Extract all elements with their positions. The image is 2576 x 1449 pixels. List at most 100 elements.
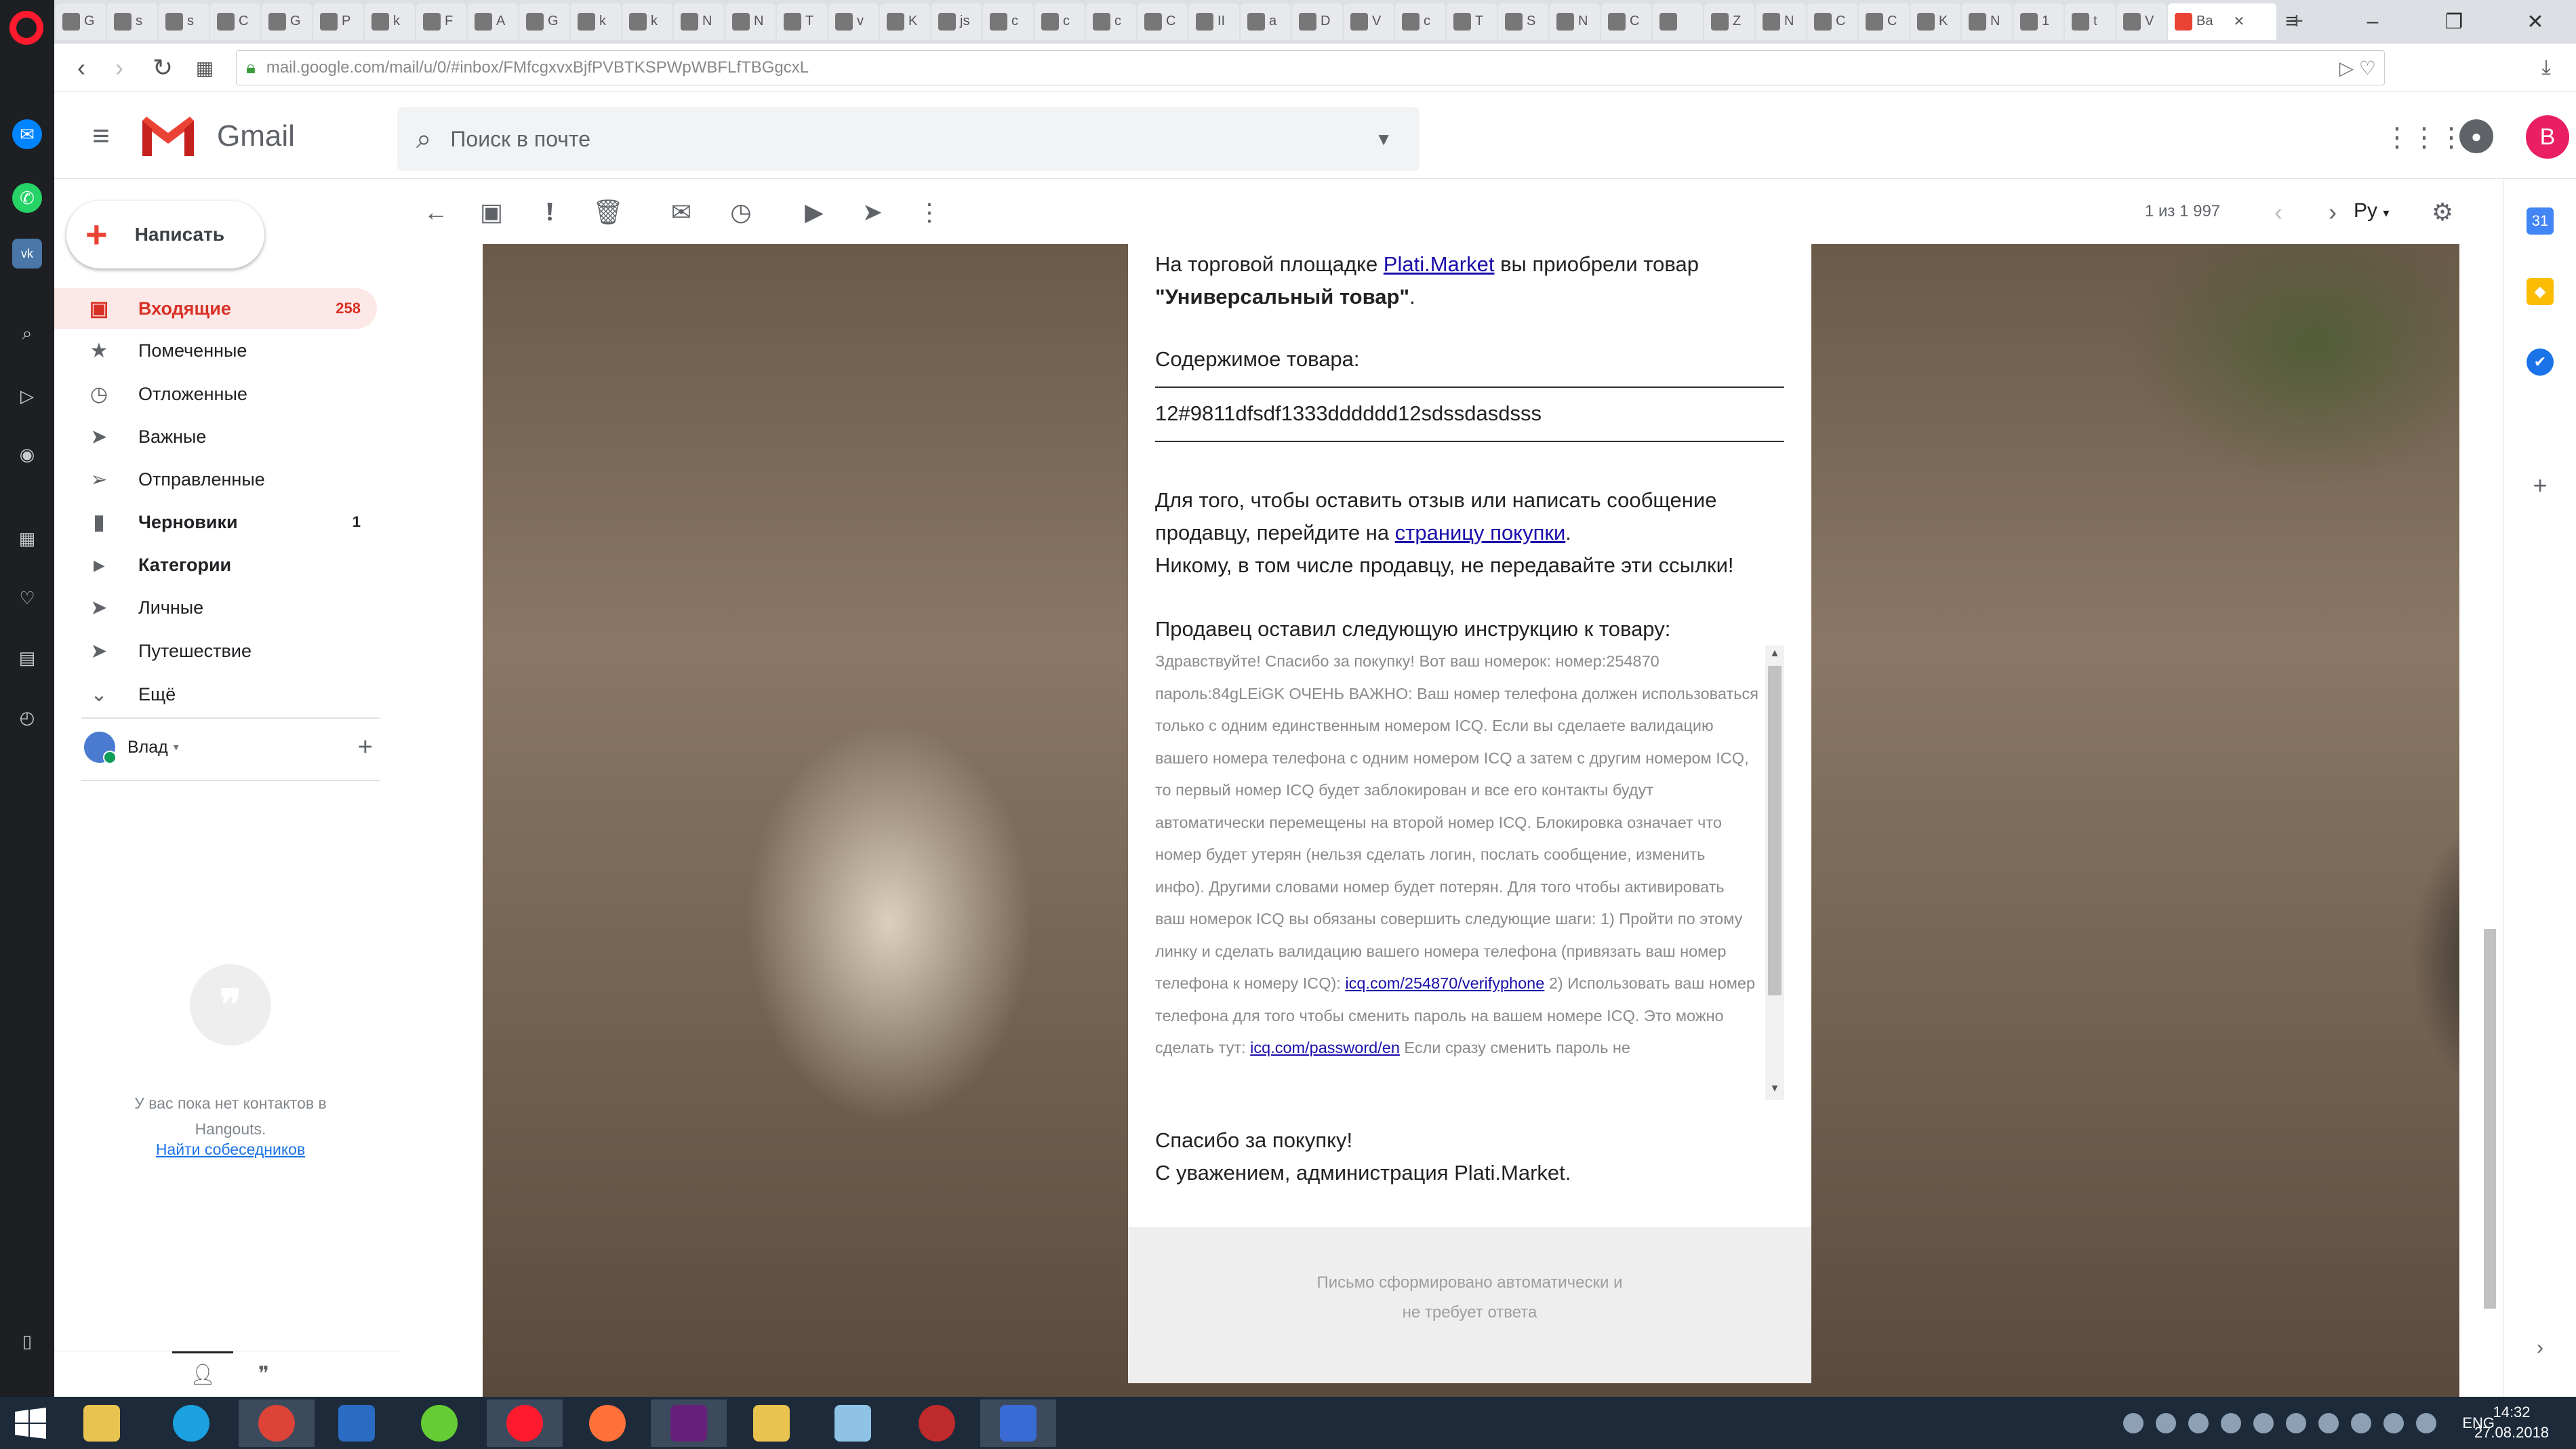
browser-tab[interactable]: k — [365, 3, 415, 40]
browser-tab[interactable]: c — [983, 3, 1033, 40]
visual-studio-icon[interactable] — [651, 1400, 727, 1447]
scroll-down-icon[interactable]: ▾ — [1765, 1081, 1784, 1100]
settings-gear-icon[interactable]: ⚙ — [2426, 195, 2459, 229]
reload-icon[interactable]: ↻ — [145, 50, 180, 85]
nav-item[interactable]: ➤ Путешествие — [54, 631, 377, 671]
flow-icon[interactable]: ▷ — [12, 381, 42, 411]
tray-app-icon[interactable] — [2221, 1412, 2242, 1433]
browser-tab[interactable]: t — [2065, 3, 2115, 40]
clock[interactable]: 14:32 27.08.2018 — [2461, 1402, 2562, 1443]
browser-tab[interactable]: v — [828, 3, 879, 40]
delete-icon[interactable]: 🗑︎ — [591, 195, 625, 229]
tray-app-icon[interactable] — [2188, 1412, 2209, 1433]
mark-unread-icon[interactable]: ✉ — [664, 195, 698, 229]
browser-tab[interactable]: C — [1807, 3, 1857, 40]
browser-tab[interactable]: P — [313, 3, 363, 40]
tray-app-icon[interactable] — [2253, 1412, 2274, 1433]
icq-icon[interactable] — [401, 1400, 477, 1447]
tray-app-icon[interactable] — [2123, 1412, 2144, 1433]
chat-tab-icon[interactable]: ❞ — [233, 1351, 294, 1396]
tab-menu-icon[interactable]: ≡ — [2251, 0, 2332, 43]
browser-tab[interactable]: D — [1292, 3, 1342, 40]
nav-item[interactable]: ▮ Черновики 1 — [54, 502, 377, 542]
find-contacts-link[interactable]: Найти собеседников — [102, 1140, 359, 1159]
nav-item[interactable]: ⌄ Ещё — [54, 674, 377, 715]
browser-tab[interactable]: N — [725, 3, 776, 40]
get-addons-icon[interactable]: + — [2527, 472, 2554, 499]
browser-tab[interactable]: c — [1395, 3, 1445, 40]
browser-tab[interactable]: S — [1498, 3, 1548, 40]
close-tab-icon[interactable]: ✕ — [2233, 13, 2245, 30]
nav-item[interactable]: ◷ Отложенные — [54, 374, 377, 414]
browser-tab[interactable]: Z — [1704, 3, 1754, 40]
url-field[interactable]: 🔒︎ mail.google.com/mail/u/0/#inbox/FMfcg… — [236, 50, 2385, 85]
browser-tab[interactable]: K — [1910, 3, 1960, 40]
browser-tab[interactable]: C — [1601, 3, 1651, 40]
vk-icon[interactable]: vk — [12, 239, 42, 269]
app-grid-icon[interactable] — [319, 1400, 395, 1447]
browser-tab[interactable]: N — [674, 3, 724, 40]
snooze-icon[interactable]: ◷ — [724, 195, 758, 229]
tabs-grid-icon[interactable]: ▦ — [187, 50, 222, 85]
browser-tab[interactable]: K — [880, 3, 930, 40]
tray-app-icon[interactable] — [2156, 1412, 2177, 1433]
browser-tab[interactable]: T — [777, 3, 827, 40]
browser-tab[interactable]: II — [1189, 3, 1239, 40]
scrollbar-thumb[interactable] — [1768, 666, 1782, 995]
browser-tab[interactable]: G — [519, 3, 569, 40]
notepad-icon[interactable] — [815, 1400, 891, 1447]
forward-icon[interactable]: › — [102, 50, 137, 85]
browser-tab[interactable]: A — [468, 3, 518, 40]
browser-tab[interactable]: 1 — [2013, 3, 2064, 40]
network-icon[interactable] — [2383, 1412, 2404, 1433]
nav-item[interactable]: ➤ Важные — [54, 416, 377, 457]
browser-tab[interactable]: C — [1859, 3, 1909, 40]
chrome-icon[interactable] — [239, 1400, 315, 1447]
firefox-icon[interactable] — [569, 1400, 645, 1447]
browser-tab[interactable]: G — [56, 3, 106, 40]
page-scrollbar[interactable] — [2476, 244, 2503, 1397]
nav-item[interactable]: ★ Помеченные — [54, 330, 377, 371]
password-link[interactable]: icq.com/password/en — [1250, 1039, 1400, 1056]
ie-icon[interactable] — [153, 1400, 229, 1447]
browser-tab[interactable]: s — [159, 3, 209, 40]
more-options-icon[interactable]: ⋮ — [912, 195, 946, 229]
volume-icon[interactable] — [2416, 1412, 2437, 1433]
history-icon[interactable]: ◴ — [12, 702, 42, 732]
report-spam-icon[interactable]: ❗︎ — [533, 195, 567, 229]
calendar-icon[interactable]: 31 — [2527, 207, 2554, 235]
browser-tab[interactable]: k — [571, 3, 621, 40]
verify-phone-link[interactable]: icq.com/254870/verifyphone — [1345, 974, 1544, 992]
messenger-icon[interactable]: ✉ — [12, 119, 42, 149]
browser-tab[interactable]: V — [2116, 3, 2167, 40]
hangouts-user[interactable]: Влад ▾ + — [84, 727, 382, 768]
compose-button[interactable]: + Написать — [66, 201, 264, 269]
keep-icon[interactable]: ◆ — [2527, 278, 2554, 305]
search-options-icon[interactable]: ▼ — [1375, 129, 1392, 150]
filezilla-icon[interactable] — [899, 1400, 975, 1447]
plati-market-link[interactable]: Plati.Market — [1384, 252, 1495, 276]
browser-tab[interactable] — [1653, 3, 1703, 40]
nav-item[interactable]: ▸ Категории — [54, 544, 377, 585]
minimize-icon[interactable]: – — [2332, 0, 2413, 43]
contacts-tab-icon[interactable]: 👤︎ — [172, 1351, 233, 1396]
archive-icon[interactable]: ▣ — [475, 195, 508, 229]
page-scrollbar-thumb[interactable] — [2484, 929, 2496, 1309]
browser-tab[interactable]: a — [1241, 3, 1291, 40]
browser-tab[interactable]: N — [1550, 3, 1600, 40]
db-tool-icon[interactable] — [733, 1400, 809, 1447]
snapshot-icon[interactable]: ◉ — [12, 439, 42, 469]
browser-tab[interactable]: k — [622, 3, 672, 40]
tasks-icon[interactable]: ✔ — [2527, 349, 2554, 376]
nav-item[interactable]: ▣ Входящие 258 — [54, 288, 377, 329]
search-bar[interactable]: ⌕ Поиск в почте ▼ — [397, 107, 1420, 171]
expand-panel-icon[interactable]: › — [2527, 1334, 2554, 1362]
opera-logo[interactable] — [9, 11, 43, 45]
browser-tab[interactable]: G — [262, 3, 312, 40]
browser-tab[interactable]: c — [1086, 3, 1136, 40]
move-to-icon[interactable]: ▶ — [797, 195, 831, 229]
browser-tab[interactable]: C — [1138, 3, 1188, 40]
notifications-icon[interactable]: ● — [2459, 119, 2493, 153]
bookmark-heart-icon[interactable]: ▷ ♡ — [2339, 57, 2376, 79]
browser-tab[interactable]: N — [1756, 3, 1806, 40]
